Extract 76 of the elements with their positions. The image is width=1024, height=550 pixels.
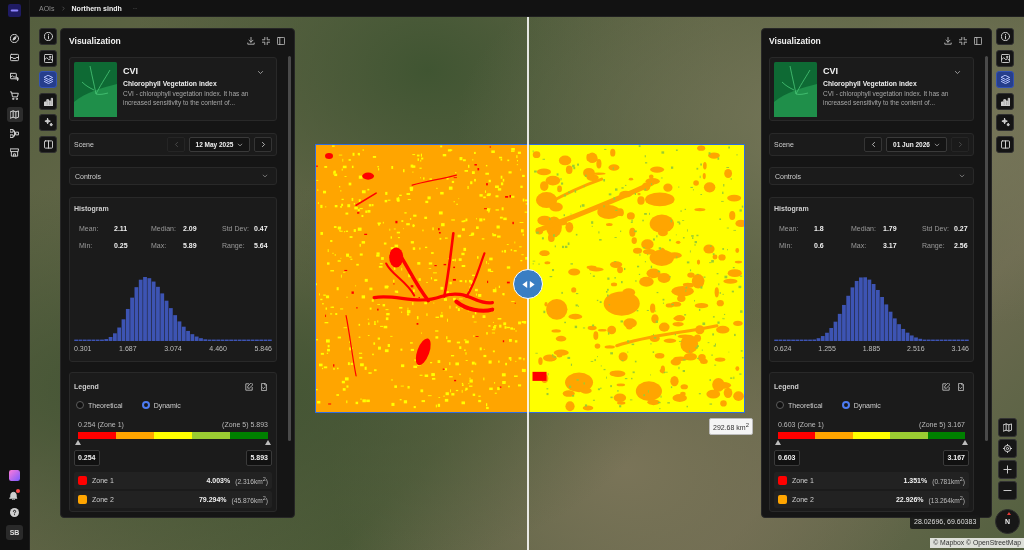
app-tile-icon[interactable]	[9, 470, 20, 481]
scrollbar-thumb[interactable]	[985, 56, 988, 441]
sparkles-icon	[1000, 118, 1010, 127]
toolbar-button[interactable]	[39, 49, 57, 67]
chevron-down-icon[interactable]	[954, 69, 961, 76]
sparkles-icon	[43, 118, 53, 127]
chevron-right-icon	[60, 5, 66, 11]
image-icon	[1000, 53, 1010, 63]
edit-icon[interactable]	[942, 383, 950, 391]
toolbar-button[interactable]	[996, 92, 1014, 110]
collapse-icon[interactable]	[959, 37, 967, 45]
collapse-icon[interactable]	[262, 37, 270, 45]
layers-icon	[43, 75, 53, 84]
toolbar-button[interactable]	[996, 49, 1014, 67]
layers-icon	[1000, 75, 1010, 84]
chevron-right-icon	[956, 141, 964, 148]
panel-title: Visualization	[769, 36, 821, 46]
chevron-left-icon	[869, 141, 877, 148]
toolbar-button[interactable]	[39, 135, 57, 153]
map-style-button[interactable]	[998, 418, 1017, 437]
document-icon[interactable]	[260, 383, 268, 391]
map-icon	[1003, 423, 1012, 432]
info-icon	[43, 32, 53, 41]
plus-icon	[1003, 465, 1012, 474]
info-icon	[1000, 32, 1010, 41]
index-name: CVI	[123, 66, 138, 77]
toolbar-button[interactable]	[39, 92, 57, 110]
toolbar-button[interactable]	[39, 71, 57, 88]
locate-icon	[1003, 444, 1012, 453]
range-handle[interactable]	[265, 440, 271, 445]
scrollbar-thumb[interactable]	[288, 56, 291, 441]
cart-icon	[10, 91, 19, 100]
sidebar-nav-button[interactable]	[6, 107, 23, 122]
zoom-in-button[interactable]	[998, 460, 1017, 479]
range-handle[interactable]	[775, 440, 781, 445]
locate-button[interactable]	[998, 439, 1017, 458]
split-view-icon	[43, 139, 53, 149]
help-icon[interactable]	[10, 508, 19, 517]
chevron-right-icon	[259, 141, 267, 148]
panel-layout-icon[interactable]	[277, 37, 285, 45]
toolbar-button[interactable]	[996, 71, 1014, 88]
north-marker-icon	[1006, 512, 1011, 515]
inbox-icon	[10, 53, 19, 62]
chart-icon	[1000, 96, 1010, 106]
chevron-down-icon	[933, 141, 940, 148]
download-icon[interactable]	[247, 37, 255, 45]
panel-title: Visualization	[69, 36, 121, 46]
toolbar-button[interactable]	[39, 114, 57, 131]
logo-icon[interactable]	[8, 4, 21, 17]
chart-icon	[43, 96, 53, 106]
vegetation-thumbnail	[774, 62, 817, 117]
store-icon	[10, 148, 19, 157]
toolbar-button[interactable]	[996, 135, 1014, 153]
index-name: CVI	[823, 66, 838, 77]
document-icon[interactable]	[957, 383, 965, 391]
range-handle[interactable]	[75, 440, 81, 445]
split-view-icon	[1000, 139, 1010, 149]
chevron-down-icon[interactable]	[257, 69, 264, 76]
range-handle[interactable]	[962, 440, 968, 445]
vegetation-thumbnail	[74, 62, 117, 117]
left-right-arrows-icon	[521, 280, 535, 288]
toolbar-button[interactable]	[996, 28, 1014, 45]
panel-layout-icon[interactable]	[974, 37, 982, 45]
chevron-left-icon	[172, 141, 180, 148]
chevron-down-icon	[237, 141, 244, 148]
toolbar-button[interactable]	[996, 114, 1014, 131]
toolbar-button[interactable]	[39, 28, 57, 45]
edit-icon[interactable]	[245, 383, 253, 391]
zoom-out-button[interactable]	[998, 481, 1017, 500]
download-icon[interactable]	[944, 37, 952, 45]
image-add-icon	[10, 72, 19, 81]
compass-icon	[10, 34, 19, 43]
bell-icon[interactable]	[9, 491, 18, 500]
image-icon	[43, 53, 53, 63]
map-icon	[10, 110, 19, 119]
diagram-icon	[10, 129, 19, 138]
